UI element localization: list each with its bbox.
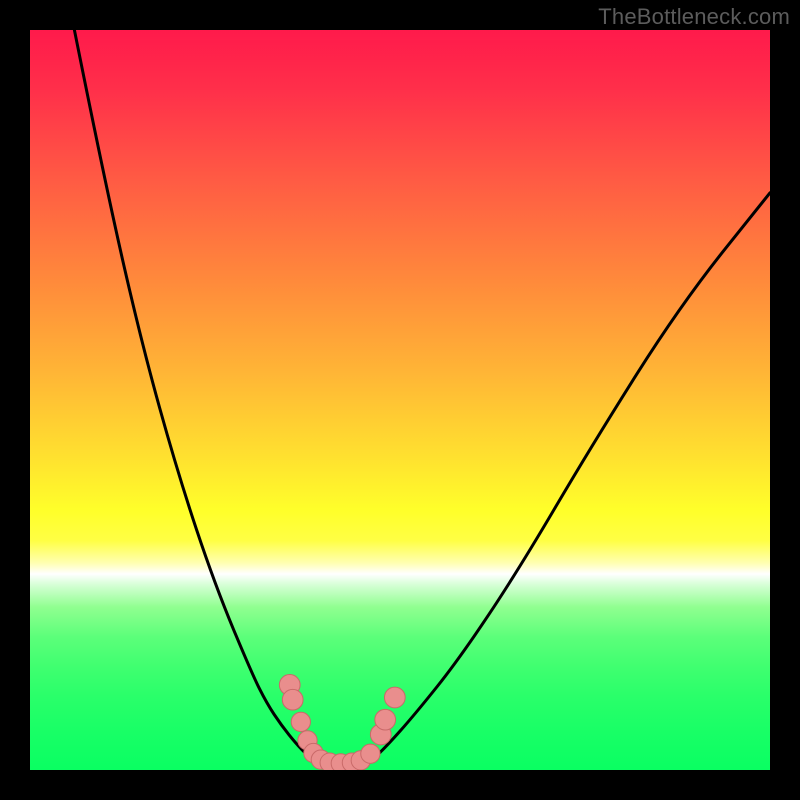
data-marker	[361, 744, 380, 763]
data-marker	[384, 687, 405, 708]
curve-group	[74, 30, 770, 765]
data-marker	[291, 712, 310, 731]
attribution-label: TheBottleneck.com	[598, 4, 790, 30]
chart-svg	[30, 30, 770, 770]
chart-frame: TheBottleneck.com	[0, 0, 800, 800]
marker-group	[279, 675, 405, 770]
data-marker	[375, 709, 396, 730]
plot-area	[30, 30, 770, 770]
data-marker	[282, 689, 303, 710]
bottleneck-curve	[74, 30, 770, 765]
